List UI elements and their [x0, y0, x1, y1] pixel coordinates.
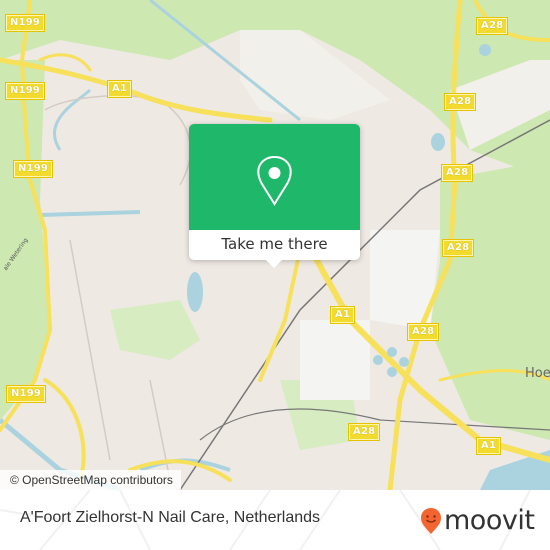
canal-west — [39, 210, 141, 217]
map-attribution[interactable]: © OpenStreetMap contributors — [0, 470, 181, 490]
road-shield-a28: A28 — [406, 323, 440, 341]
location-popup: Take me there — [189, 124, 360, 268]
popup-header — [189, 124, 360, 230]
road-shield-a1: A1 — [329, 306, 356, 324]
pond-center — [187, 272, 203, 312]
highway-ring-center — [258, 248, 302, 382]
road-shield-n199: N199 — [4, 14, 46, 32]
road-shield-a28: A28 — [475, 17, 509, 35]
canal-curve-north — [52, 88, 92, 151]
park-center — [110, 300, 200, 360]
map-view[interactable]: N199 A1 N199 N199 A28 A28 A28 A28 A1 A28… — [0, 0, 550, 490]
popup-pointer — [266, 260, 282, 268]
road-shield-a1: A1 — [106, 80, 133, 98]
place-label-hoe: Hoe — [525, 366, 550, 381]
minor-road-1 — [69, 239, 111, 461]
brand-name: moovit — [444, 505, 535, 536]
road-shield-a28: A28 — [347, 423, 381, 441]
moovit-brand[interactable]: moovit — [420, 501, 535, 541]
road-shield-n199: N199 — [5, 385, 47, 403]
map-pin-icon — [257, 156, 292, 206]
footer-bar: A'Foort Zielhorst-N Nail Care, Netherlan… — [0, 490, 550, 550]
green-area-east — [430, 160, 550, 440]
road-shield-n199: N199 — [12, 160, 54, 178]
pond-east — [431, 133, 445, 151]
road-shield-a28: A28 — [443, 93, 477, 111]
light-area-se — [370, 230, 440, 330]
road-shield-a1: A1 — [475, 437, 502, 455]
take-me-there-button[interactable]: Take me there — [189, 230, 360, 260]
pond-north-east — [479, 44, 491, 56]
moovit-logo-icon — [421, 508, 441, 534]
road-shield-a28: A28 — [441, 239, 475, 257]
place-name: A'Foort Zielhorst-N Nail Care, Netherlan… — [20, 509, 321, 526]
road-shield-n199: N199 — [4, 82, 46, 100]
road-shield-a28: A28 — [440, 164, 474, 182]
